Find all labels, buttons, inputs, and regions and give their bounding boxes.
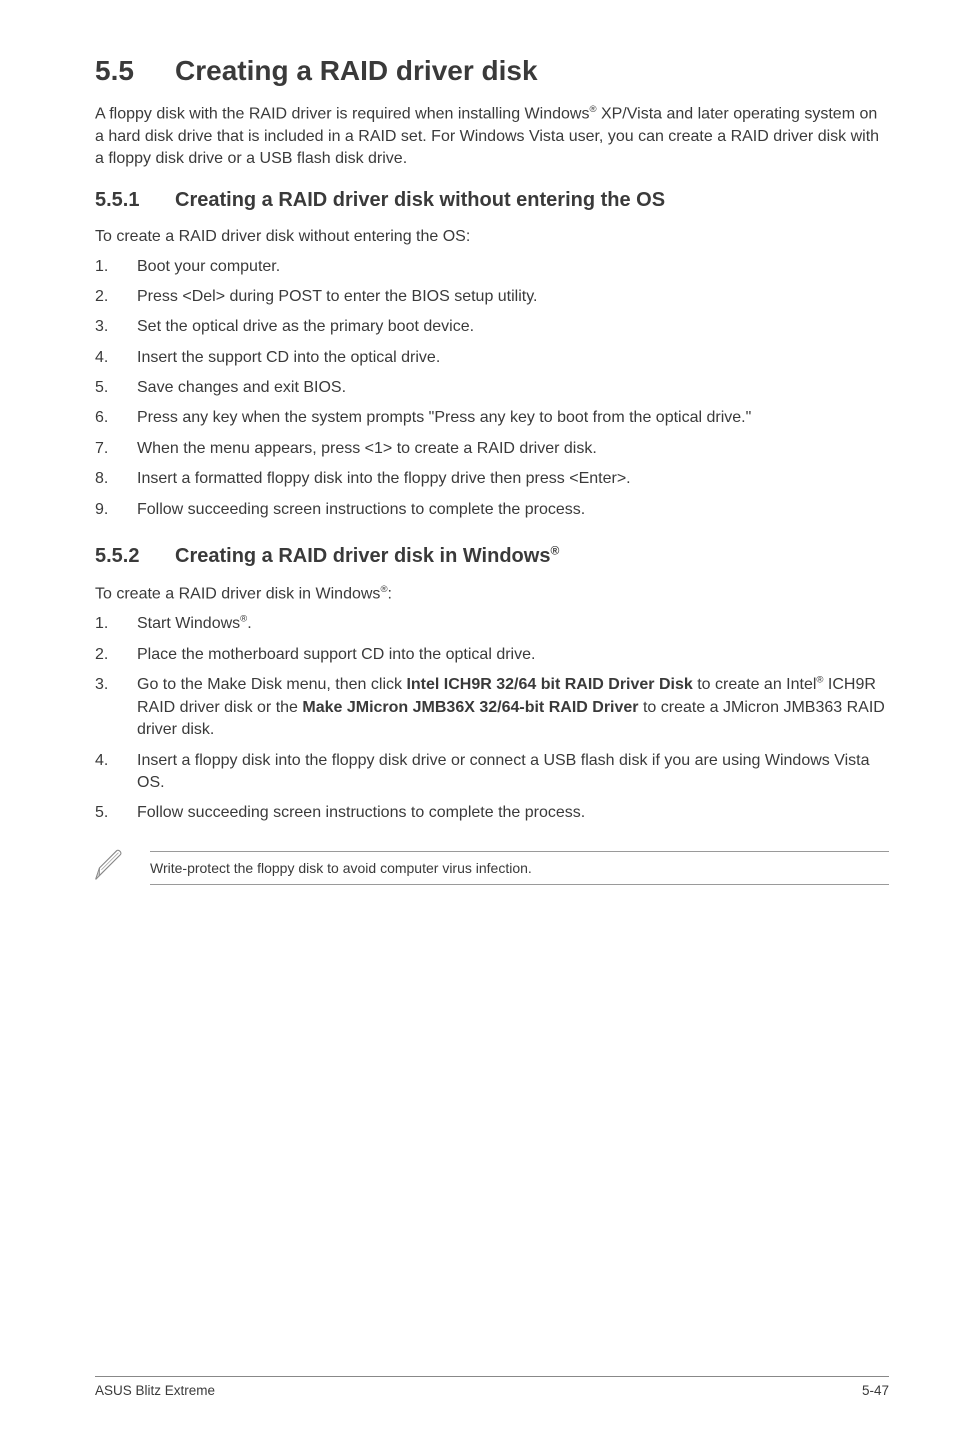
ordered-list: 1. Boot your computer. 2. Press <Del> duri… xyxy=(95,256,889,522)
item-number: 1. xyxy=(95,256,108,278)
item-number: 3. xyxy=(95,674,108,696)
item-text: Press any key when the system prompts "P… xyxy=(137,409,751,426)
item-text: Follow succeeding screen instructions to… xyxy=(137,804,585,821)
item-number: 4. xyxy=(95,750,108,772)
item-text: Place the motherboard support CD into th… xyxy=(137,646,535,663)
bold-text: Intel ICH9R 32/64 bit RAID Driver Disk xyxy=(406,676,692,693)
item-number: 3. xyxy=(95,316,108,338)
page-footer: ASUS Blitz Extreme 5-47 xyxy=(95,1376,889,1398)
subsection-heading: 5.5.1Creating a RAID driver disk without… xyxy=(95,189,889,212)
list-item: 5. Follow succeeding screen instructions … xyxy=(95,802,889,824)
list-item: 2. Place the motherboard support CD into … xyxy=(95,644,889,666)
item-number: 6. xyxy=(95,407,108,429)
intro-paragraph: A floppy disk with the RAID driver is re… xyxy=(95,103,889,171)
text: A floppy disk with the RAID driver is re… xyxy=(95,105,589,122)
subsection-title: Creating a RAID driver disk in Windows® xyxy=(175,545,559,567)
list-item: 3. Set the optical drive as the primary b… xyxy=(95,316,889,338)
list-item: 6. Press any key when the system prompts … xyxy=(95,407,889,429)
item-number: 4. xyxy=(95,347,108,369)
footer-left: ASUS Blitz Extreme xyxy=(95,1383,215,1398)
item-text: Boot your computer. xyxy=(137,258,280,275)
registered-mark: ® xyxy=(589,104,596,115)
text: : xyxy=(388,585,392,602)
list-item: 3. Go to the Make Disk menu, then click I… xyxy=(95,674,889,742)
item-number: 2. xyxy=(95,644,108,666)
section-number: 5.5 xyxy=(95,55,175,87)
item-text: Save changes and exit BIOS. xyxy=(137,379,346,396)
note-text: Write-protect the floppy disk to avoid c… xyxy=(150,851,889,885)
subsection-number: 5.5.2 xyxy=(95,545,175,568)
list-item: 2. Press <Del> during POST to enter the B… xyxy=(95,286,889,308)
text: To create a RAID driver disk in Windows xyxy=(95,585,380,602)
pencil-icon xyxy=(90,847,128,890)
section-title: Creating a RAID driver disk xyxy=(175,55,538,86)
note-callout: Write-protect the floppy disk to avoid c… xyxy=(90,847,889,890)
list-item: 8. Insert a formatted floppy disk into th… xyxy=(95,468,889,490)
item-text: When the menu appears, press <1> to crea… xyxy=(137,440,597,457)
lead-text: To create a RAID driver disk without ent… xyxy=(95,228,889,246)
section-heading: 5.5Creating a RAID driver disk xyxy=(95,55,889,87)
item-number: 1. xyxy=(95,613,108,635)
bold-text: Make JMicron JMB36X 32/64-bit RAID Drive… xyxy=(302,699,638,716)
item-text: Go to the Make Disk menu, then click Int… xyxy=(137,676,885,738)
registered-mark: ® xyxy=(380,584,387,595)
footer-right: 5-47 xyxy=(862,1383,889,1398)
lead-text: To create a RAID driver disk in Windows®… xyxy=(95,584,889,603)
text: Start Windows xyxy=(137,615,240,632)
list-item: 7. When the menu appears, press <1> to cr… xyxy=(95,438,889,460)
text: to create an Intel xyxy=(693,676,817,693)
list-item: 1. Boot your computer. xyxy=(95,256,889,278)
list-item: 4. Insert the support CD into the optical… xyxy=(95,347,889,369)
item-number: 9. xyxy=(95,499,108,521)
item-text: Set the optical drive as the primary boo… xyxy=(137,318,474,335)
list-item: 4. Insert a floppy disk into the floppy d… xyxy=(95,750,889,795)
subsection-number: 5.5.1 xyxy=(95,189,175,212)
item-number: 5. xyxy=(95,802,108,824)
text: Creating a RAID driver disk in Windows xyxy=(175,545,550,567)
text: Go to the Make Disk menu, then click xyxy=(137,676,406,693)
ordered-list: 1. Start Windows®. 2. Place the motherboar… xyxy=(95,613,889,825)
list-item: 1. Start Windows®. xyxy=(95,613,889,636)
item-text: Start Windows®. xyxy=(137,615,252,632)
item-text: Press <Del> during POST to enter the BIO… xyxy=(137,288,538,305)
subsection-title: Creating a RAID driver disk without ente… xyxy=(175,189,665,211)
registered-mark: ® xyxy=(550,543,559,557)
item-text: Insert the support CD into the optical d… xyxy=(137,349,440,366)
text: . xyxy=(247,615,251,632)
item-text: Insert a formatted floppy disk into the … xyxy=(137,470,631,487)
item-number: 5. xyxy=(95,377,108,399)
item-number: 2. xyxy=(95,286,108,308)
subsection-heading: 5.5.2Creating a RAID driver disk in Wind… xyxy=(95,543,889,568)
item-text: Insert a floppy disk into the floppy dis… xyxy=(137,752,870,791)
item-text: Follow succeeding screen instructions to… xyxy=(137,501,585,518)
list-item: 9. Follow succeeding screen instructions … xyxy=(95,499,889,521)
list-item: 5. Save changes and exit BIOS. xyxy=(95,377,889,399)
item-number: 8. xyxy=(95,468,108,490)
item-number: 7. xyxy=(95,438,108,460)
